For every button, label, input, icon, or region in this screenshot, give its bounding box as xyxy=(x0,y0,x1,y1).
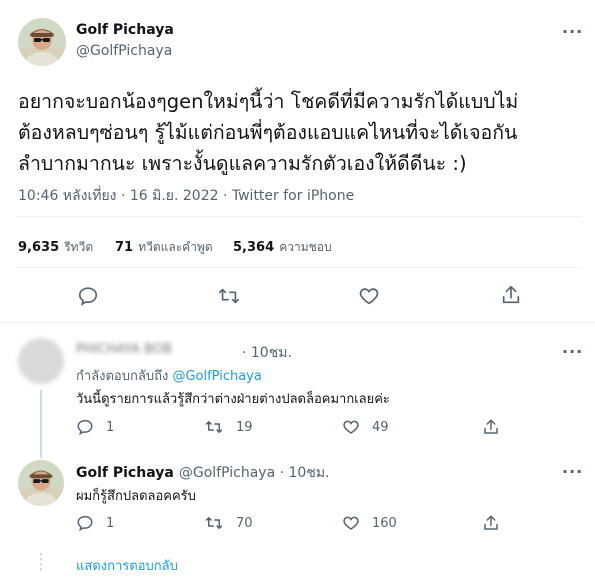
stat-retweets[interactable]: 9,635 รีทวีต xyxy=(18,236,93,257)
like-count: 49 xyxy=(372,419,389,435)
reply-count: 1 xyxy=(106,419,115,435)
reply-text: ผมก็รู้สึกปลดลอคครับ xyxy=(76,489,196,504)
reply-reply-button[interactable]: 1 xyxy=(76,418,114,436)
reply-share-button[interactable] xyxy=(482,514,500,536)
divider xyxy=(0,322,595,323)
reply-button[interactable] xyxy=(77,285,99,311)
reply-icon xyxy=(77,515,93,532)
reply-text: วันนี้ดูรายการแล้วรู้สึกว่าต่างฝ่ายต่างป… xyxy=(76,392,390,407)
reply-retweet-button[interactable]: 70 xyxy=(204,514,253,532)
likes-label: ความชอบ xyxy=(279,240,332,254)
tweet-text: อยากจะบอกน้องๆgenใหม่ๆนี้ว่า โชคดีที่มีค… xyxy=(18,86,588,179)
heart-icon xyxy=(359,288,379,305)
stat-quotes[interactable]: 71 ทวีตและคำพูด xyxy=(115,236,213,257)
reply-author-name[interactable]: Golf Pichaya xyxy=(76,465,174,481)
more-options-icon[interactable]: ··· xyxy=(562,22,583,41)
reply-handle-time[interactable]: @GolfPichaya · 10ชม. xyxy=(179,465,330,481)
reply-avatar[interactable] xyxy=(18,338,64,384)
retweet-icon xyxy=(205,421,223,433)
reply-like-button[interactable]: 49 xyxy=(342,418,389,436)
reply-avatar[interactable] xyxy=(18,460,64,506)
avatar-image xyxy=(18,18,66,66)
share-button[interactable] xyxy=(500,284,522,310)
show-replies-dots xyxy=(40,553,42,573)
tweet-timestamp[interactable]: 10:46 หลังเที่ยง · 16 มิ.ย. 2022 · Twitt… xyxy=(18,185,354,207)
replying-to-prefix: กำลังตอบกลับถึง xyxy=(76,369,169,384)
avatar-image xyxy=(18,460,64,506)
retweet-icon xyxy=(219,288,239,304)
like-count: 160 xyxy=(372,515,397,531)
tweet-text-line: อยากจะบอกน้องๆgenใหม่ๆนี้ว่า โชคดีที่มีค… xyxy=(18,90,519,113)
share-icon xyxy=(502,285,520,304)
tweet-text-line: ลำบากมากนะ เพราะงั้นดูแลความรักตัวเองให้… xyxy=(18,152,467,175)
divider xyxy=(16,216,581,217)
quotes-label: ทวีตและคำพูด xyxy=(138,240,213,254)
share-icon xyxy=(484,419,498,434)
author-avatar[interactable] xyxy=(18,18,66,66)
reply-thread-line xyxy=(40,390,42,458)
show-replies-link[interactable]: แสดงการตอบกลับ xyxy=(76,555,178,576)
author-name[interactable]: Golf Pichaya xyxy=(76,22,174,38)
quotes-count: 71 xyxy=(115,240,134,255)
author-handle[interactable]: @GolfPichaya xyxy=(76,43,172,59)
replying-to-handle[interactable]: @GolfPichaya xyxy=(172,369,261,384)
reply-retweet-button[interactable]: 19 xyxy=(204,418,253,436)
retweet-count: 19 xyxy=(236,419,253,435)
stat-likes[interactable]: 5,364 ความชอบ xyxy=(233,236,332,257)
retweet-icon xyxy=(205,517,223,529)
share-icon xyxy=(484,515,498,530)
reply-share-button[interactable] xyxy=(482,418,500,440)
heart-icon xyxy=(343,516,359,530)
reply-icon xyxy=(77,419,93,436)
reply-header: Golf Pichaya @GolfPichaya · 10ชม. xyxy=(76,462,330,484)
retweets-label: รีทวีต xyxy=(64,240,94,254)
reply-count: 1 xyxy=(106,515,115,531)
more-options-icon[interactable]: ··· xyxy=(562,342,583,361)
heart-icon xyxy=(343,420,359,434)
likes-count: 5,364 xyxy=(233,240,275,255)
replying-to: กำลังตอบกลับถึง @GolfPichaya xyxy=(76,365,262,386)
more-options-icon[interactable]: ··· xyxy=(562,462,583,481)
retweets-count: 9,635 xyxy=(18,240,60,255)
reply-like-button[interactable]: 160 xyxy=(342,514,397,532)
reply-icon xyxy=(78,287,98,306)
reply-time[interactable]: · 10ชม. xyxy=(242,342,292,364)
retweet-count: 70 xyxy=(236,515,253,531)
reply-reply-button[interactable]: 1 xyxy=(76,514,114,532)
reply-author-name[interactable]: PHICHAYA BOB xyxy=(76,342,172,357)
divider xyxy=(16,267,581,268)
retweet-button[interactable] xyxy=(217,285,241,311)
tweet-text-line: ต้องหลบๆซ่อนๆ รู้ไม้แต่ก่อนพี่ๆต้องแอบแค… xyxy=(18,121,518,144)
like-button[interactable] xyxy=(358,285,380,311)
